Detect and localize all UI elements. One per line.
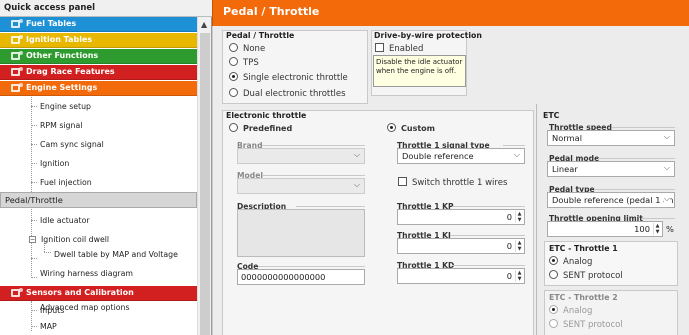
sidebar-item-pedal-throttle[interactable]: Pedal/Throttle xyxy=(0,192,197,208)
category-ignition-tables[interactable]: Ignition Tables xyxy=(0,33,197,48)
fuel-table-icon xyxy=(10,18,23,30)
scroll-up-icon[interactable]: ▲ xyxy=(201,20,207,29)
spin-arrows-icon[interactable]: ▲ ▼ xyxy=(515,240,523,252)
category-fuel-tables[interactable]: Fuel Tables xyxy=(0,17,197,32)
t2-radio-analog[interactable]: Analog xyxy=(549,305,592,316)
kd-spinner[interactable]: 0 ▲ ▼ xyxy=(397,268,525,284)
drag-race-icon xyxy=(10,66,23,78)
t2-sent-indicator[interactable] xyxy=(549,319,558,328)
radio-predefined[interactable]: Predefined xyxy=(229,123,292,133)
kp-spinner[interactable]: 0 ▲ ▼ xyxy=(397,209,525,225)
t2-analog-indicator[interactable] xyxy=(549,305,558,314)
description-divider xyxy=(296,206,365,207)
radio-dual-electronic-throttles[interactable]: Dual electronic throttles xyxy=(229,88,346,99)
radio-single-electronic-throttle[interactable]: Single electronic throttle xyxy=(229,72,348,83)
ki-divider xyxy=(450,235,525,236)
code-divider xyxy=(258,266,365,267)
sidebar-item-inputs[interactable]: Inputs xyxy=(0,302,197,318)
pedal-type-select[interactable]: Double reference (pedal 1 and ⌵ xyxy=(547,192,675,208)
dbw-enabled-checkbox[interactable]: Enabled xyxy=(375,43,423,54)
pedal-mode-divider xyxy=(598,158,675,159)
chevron-down-icon: ⌵ xyxy=(663,132,670,141)
other-functions-icon xyxy=(10,50,23,62)
description-textarea[interactable] xyxy=(237,209,365,257)
engine-icon xyxy=(10,82,23,94)
t1-radio-sent[interactable]: SENT protocol xyxy=(549,270,623,281)
etc-title: ETC xyxy=(543,111,560,120)
dbw-enabled-box[interactable] xyxy=(375,43,384,52)
dbw-protection-title: Drive-by-wire protection xyxy=(374,31,482,40)
category-engine-settings[interactable]: Engine Settings xyxy=(0,81,197,96)
quick-access-panel: Quick access panel Fuel Tables Ignition … xyxy=(0,0,212,335)
radio-none-indicator[interactable] xyxy=(229,43,238,52)
sidebar-item-map[interactable]: MAP xyxy=(0,318,197,335)
opening-limit-unit: % xyxy=(666,224,674,234)
chevron-down-icon: ⌵ xyxy=(353,180,360,189)
sidebar-item-engine-setup[interactable]: Engine setup xyxy=(0,97,197,116)
category-sensors-calibration[interactable]: Sensors and Calibration xyxy=(0,286,197,301)
throttle-speed-divider xyxy=(612,127,675,128)
switch-wires-checkbox[interactable]: Switch throttle 1 wires xyxy=(398,177,507,188)
radio-custom[interactable]: Custom xyxy=(387,123,435,133)
chevron-down-icon: ⌵ xyxy=(513,150,520,159)
pedal-throttle-group-title: Pedal / Throttle xyxy=(226,31,295,40)
kd-divider xyxy=(452,265,525,266)
sidebar-item-idle-actuator[interactable]: Idle actuator xyxy=(0,211,197,230)
model-select[interactable]: ⌵ xyxy=(237,178,365,194)
brand-select[interactable]: ⌵ xyxy=(237,148,365,164)
code-input[interactable]: 0000000000000000 xyxy=(237,269,365,285)
model-divider xyxy=(262,175,365,176)
radio-dual-indicator[interactable] xyxy=(229,88,238,97)
sidebar-item-dwell-table[interactable]: Dwell table by MAP and Voltage xyxy=(0,245,197,264)
t1-sent-indicator[interactable] xyxy=(549,270,558,279)
signal-type-divider xyxy=(503,145,525,146)
radio-none[interactable]: None xyxy=(229,43,265,54)
dbw-note: Disable the idle actuator when the engin… xyxy=(373,55,466,87)
chevron-down-icon: ⌵ xyxy=(663,194,670,204)
pedal-type-divider xyxy=(594,189,675,190)
category-other-functions[interactable]: Other Functions xyxy=(0,49,197,64)
switch-wires-box[interactable] xyxy=(398,177,407,186)
ignition-table-icon xyxy=(10,34,23,46)
page-title: Pedal / Throttle xyxy=(212,0,689,26)
sidebar-item-rpm-signal[interactable]: RPM signal xyxy=(0,116,197,135)
radio-tps-indicator[interactable] xyxy=(229,57,238,66)
chevron-down-icon: ⌵ xyxy=(663,163,670,172)
pedal-mode-select[interactable]: Linear ⌵ xyxy=(547,161,675,177)
collapse-toggle-icon[interactable]: − xyxy=(29,236,36,243)
category-drag-race-features[interactable]: Drag Race Features xyxy=(0,65,197,80)
radio-single-indicator[interactable] xyxy=(229,72,238,81)
quick-access-panel-title: Quick access panel xyxy=(0,0,212,17)
sidebar-item-cam-sync-signal[interactable]: Cam sync signal xyxy=(0,135,197,154)
chevron-down-icon: ⌵ xyxy=(353,150,360,159)
sensor-icon xyxy=(10,287,23,299)
sidebar-item-fuel-injection[interactable]: Fuel injection xyxy=(0,173,197,192)
sidebar-scrollbar[interactable]: ▲ xyxy=(197,17,211,335)
ki-spinner[interactable]: 0 ▲ ▼ xyxy=(397,238,525,254)
panel-divider xyxy=(536,104,537,335)
electronic-throttle-title: Electronic throttle xyxy=(226,111,307,120)
spin-arrows-icon[interactable]: ▲ ▼ xyxy=(515,211,523,223)
opening-limit-divider xyxy=(642,218,675,219)
spin-arrows-icon[interactable]: ▲ ▼ xyxy=(515,270,523,282)
sidebar-item-ignition[interactable]: Ignition xyxy=(0,154,197,173)
signal-type-select[interactable]: Double reference ⌵ xyxy=(397,148,525,164)
spin-arrows-icon[interactable]: ▲ ▼ xyxy=(653,223,661,235)
opening-limit-spinner[interactable]: 100 ▲ ▼ xyxy=(547,221,663,237)
radio-predefined-indicator[interactable] xyxy=(229,123,238,132)
etc-throttle2-title: ETC - Throttle 2 xyxy=(549,293,618,302)
t1-analog-indicator[interactable] xyxy=(549,256,558,265)
radio-custom-indicator[interactable] xyxy=(387,123,396,132)
t1-radio-analog[interactable]: Analog xyxy=(549,256,592,267)
scrollbar-thumb[interactable] xyxy=(200,33,210,335)
throttle-speed-select[interactable]: Normal ⌵ xyxy=(547,130,675,146)
etc-throttle1-title: ETC - Throttle 1 xyxy=(549,244,618,253)
radio-tps[interactable]: TPS xyxy=(229,57,259,68)
t2-radio-sent[interactable]: SENT protocol xyxy=(549,319,623,330)
brand-divider xyxy=(262,145,365,146)
kp-divider xyxy=(452,206,525,207)
